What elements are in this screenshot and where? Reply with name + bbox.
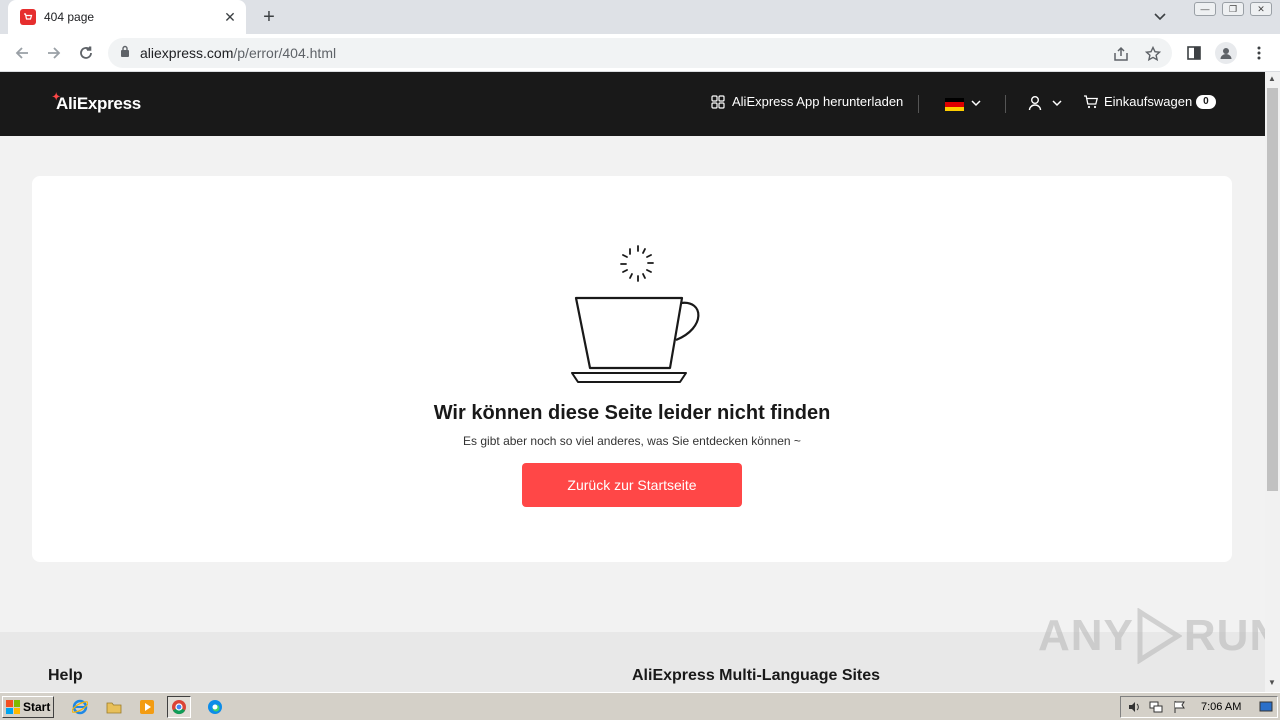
back-to-home-button[interactable]: Zurück zur Startseite: [522, 463, 742, 507]
app-download-link[interactable]: AliExpress App herunterladen: [711, 94, 903, 109]
chrome-icon[interactable]: [167, 696, 191, 718]
window-controls: — ❐ ✕: [1194, 2, 1272, 16]
aliexpress-favicon-icon: [20, 9, 36, 25]
start-button[interactable]: Start: [2, 696, 54, 718]
browser-toolbar: aliexpress.com/p/error/404.html: [0, 34, 1280, 72]
media-player-icon[interactable]: [135, 696, 159, 718]
account-chevron-down-icon[interactable]: [1051, 96, 1063, 110]
lock-icon: [120, 44, 130, 62]
tab-title: 404 page: [44, 10, 95, 24]
coffee-cup-illustration-icon: [571, 245, 700, 383]
internet-explorer-icon[interactable]: [68, 696, 92, 718]
cart-count-badge: 0: [1196, 94, 1216, 109]
aliexpress-logo[interactable]: ✦ AliExpress: [52, 92, 141, 114]
header-divider: [1005, 95, 1006, 113]
cart-label: Einkaufswagen: [1104, 94, 1193, 109]
anyrun-watermark: ANY RUN: [1038, 608, 1280, 664]
address-bar[interactable]: aliexpress.com/p/error/404.html: [108, 38, 1172, 68]
reload-icon[interactable]: [74, 41, 98, 65]
error-subtitle: Es gibt aber noch so viel anderes, was S…: [463, 434, 801, 448]
taskbar-clock[interactable]: 7:06 AM: [1201, 701, 1241, 713]
logo-star-icon: ✦: [52, 92, 61, 103]
network-icon[interactable]: [1149, 700, 1163, 719]
tab-search-chevron-icon[interactable]: [1150, 7, 1170, 27]
restore-icon[interactable]: ❐: [1222, 2, 1244, 16]
profile-avatar-icon[interactable]: [1215, 42, 1237, 64]
germany-flag-icon[interactable]: [945, 98, 964, 111]
tab-close-icon[interactable]: ✕: [220, 7, 240, 27]
url-text: aliexpress.com/p/error/404.html: [140, 45, 337, 61]
side-panel-icon[interactable]: [1183, 42, 1205, 64]
back-arrow-icon[interactable]: [10, 41, 34, 65]
error-title: Wir können diese Seite leider nicht find…: [433, 402, 831, 424]
windows-taskbar: Start 7:06 AM: [0, 692, 1280, 720]
footer-multilang-heading: AliExpress Multi-Language Sites: [632, 667, 881, 684]
scroll-up-arrow-icon[interactable]: ▲: [1268, 74, 1276, 83]
cart-link[interactable]: Einkaufswagen 0: [1083, 94, 1216, 109]
shopping-cart-icon: [1084, 94, 1099, 108]
footer-help-heading: Help: [48, 667, 83, 684]
play-triangle-icon: [1137, 608, 1182, 664]
browser-tab[interactable]: 404 page ✕: [8, 0, 246, 34]
bookmark-star-icon[interactable]: [1144, 45, 1162, 63]
header-divider: [918, 95, 919, 113]
app-download-label: AliExpress App herunterladen: [732, 94, 904, 109]
browser-tab-strip: 404 page ✕ + — ❐ ✕: [0, 0, 1280, 34]
page-scrollbar[interactable]: ▲ ▼: [1265, 72, 1280, 692]
action-center-flag-icon[interactable]: [1173, 700, 1187, 719]
scroll-down-arrow-icon[interactable]: ▼: [1268, 678, 1276, 687]
forward-arrow-icon[interactable]: [42, 41, 66, 65]
file-explorer-icon[interactable]: [102, 696, 126, 718]
new-tab-icon[interactable]: +: [258, 6, 280, 28]
scrollbar-thumb[interactable]: [1267, 88, 1278, 491]
browser-menu-icon[interactable]: [1248, 42, 1270, 64]
windows-logo-icon: [6, 700, 20, 714]
app-grid-icon: [711, 94, 725, 109]
share-icon[interactable]: [1112, 45, 1130, 63]
volume-icon[interactable]: [1127, 700, 1141, 719]
system-tray: 7:06 AM: [1120, 696, 1278, 718]
language-chevron-down-icon[interactable]: [970, 96, 982, 110]
edge-icon[interactable]: [203, 696, 227, 718]
close-window-icon[interactable]: ✕: [1250, 2, 1272, 16]
show-desktop-icon[interactable]: [1259, 700, 1273, 719]
site-header: ✦ AliExpress AliExpress App herunterlade…: [0, 72, 1265, 136]
minimize-icon[interactable]: —: [1194, 2, 1216, 16]
user-account-icon[interactable]: [1028, 95, 1044, 113]
